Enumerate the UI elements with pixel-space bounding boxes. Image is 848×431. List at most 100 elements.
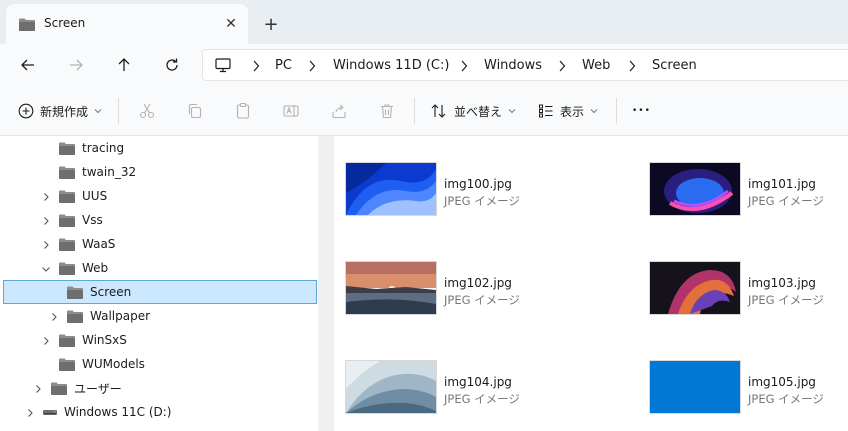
tree-item-wallpaper[interactable]: Wallpaper [52,305,150,327]
file-type: JPEG イメージ [748,392,824,406]
divider [616,98,617,124]
title-bar: Screen ✕ + [0,0,848,44]
arrow-left-icon [21,59,34,71]
breadcrumb-windows[interactable]: Windows [484,58,542,73]
thumbnail-img103 [649,261,741,315]
new-button[interactable]: 新規作成 [18,98,102,124]
copy-button[interactable] [186,98,204,124]
tree-item-vss[interactable]: Vss [44,209,103,231]
file-name: img104.jpg [444,375,512,389]
breadcrumb-pc[interactable]: PC [275,58,292,73]
tree-item-wumodels[interactable]: WUModels [58,353,145,375]
chevron-right-icon[interactable] [41,239,51,249]
tree-item-web[interactable]: Web [42,257,109,279]
arrow-up-icon [118,58,130,71]
thumbnail-img105 [649,360,741,414]
share-button[interactable] [330,98,348,124]
file-item-img101[interactable]: img101.jpg JPEG イメージ [649,162,848,226]
tree-item-winsxs[interactable]: WinSxS [44,329,127,351]
tree-item-label: Screen [90,285,132,299]
tree-item-label: tracing [82,141,125,155]
tree-item-label: Web [82,261,109,275]
chevron-right-icon [253,60,260,72]
folder-icon [58,357,76,372]
tree-item-label: Windows 11C (D:) [64,405,172,419]
chevron-right-icon[interactable] [41,335,51,345]
chevron-right-icon[interactable] [33,383,43,393]
chevron-down-icon[interactable] [41,263,51,273]
new-button-label: 新規作成 [40,104,89,119]
tree-item-label: WaaS [82,237,116,251]
tree-item-windows-11c-d[interactable]: Windows 11C (D:) [28,401,172,423]
chevron-right-icon[interactable] [41,215,51,225]
up-button[interactable] [111,52,137,78]
refresh-icon [166,58,178,71]
chevron-right-icon[interactable] [49,311,59,321]
close-tab-button[interactable]: ✕ [221,14,241,34]
thumbnail-img102 [345,261,437,315]
file-type: JPEG イメージ [444,194,520,208]
view-button[interactable]: 表示 [538,98,598,124]
tree-item-label: ユーザー [74,381,122,396]
tree-item-label: UUS [82,189,108,203]
folder-icon [66,309,84,324]
plus-circle-icon [18,103,34,119]
folder-icon [58,333,76,348]
chevron-down-icon [94,109,102,114]
tree-item-label: Vss [82,213,103,227]
chevron-down-icon [508,109,516,114]
thumbnail-img100 [345,162,437,216]
chevron-right-icon [559,60,566,72]
cut-button[interactable] [138,98,156,124]
new-tab-button[interactable]: + [260,13,282,35]
tree-item-twain-32[interactable]: twain_32 [58,161,136,183]
chevron-right-icon [461,60,468,72]
computer-icon [215,58,231,76]
tab-screen[interactable]: Screen ✕ [6,4,248,44]
tree-item-waas[interactable]: WaaS [44,233,116,255]
tab-title: Screen [44,16,86,30]
tree-item-uus[interactable]: UUS [44,185,108,207]
chevron-right-icon [309,60,316,72]
file-item-img103[interactable]: img103.jpg JPEG イメージ [649,261,848,325]
folder-icon [18,17,36,35]
file-item-img102[interactable]: img102.jpg JPEG イメージ [345,261,635,325]
forward-button[interactable] [63,52,89,78]
file-item-img105[interactable]: img105.jpg JPEG イメージ [649,360,848,424]
file-item-img104[interactable]: img104.jpg JPEG イメージ [345,360,635,424]
file-list: img100.jpg JPEG イメージ img101.jpg JPEG イメー… [334,136,848,431]
address-bar[interactable]: PC Windows 11D (C:) Windows Web Screen [202,49,848,81]
chevron-right-icon [629,60,636,72]
breadcrumb-screen[interactable]: Screen [652,58,697,73]
breadcrumb-web[interactable]: Web [582,58,610,73]
back-button[interactable] [15,52,41,78]
folder-icon [58,189,76,204]
rename-button[interactable] [282,98,300,124]
file-name: img103.jpg [748,276,816,290]
file-type: JPEG イメージ [748,194,824,208]
folder-icon [58,165,76,180]
trash-icon [381,104,393,119]
tree-item-tracing[interactable]: tracing [58,137,124,159]
sort-button[interactable]: 並べ替え [430,98,516,124]
more-options-button[interactable]: ••• [632,98,651,124]
rename-icon [283,105,299,117]
breadcrumb-drive[interactable]: Windows 11D (C:) [333,58,449,73]
divider [414,98,415,124]
tree-item-screen[interactable]: Screen [66,281,131,303]
file-name: img100.jpg [444,177,512,191]
file-name: img105.jpg [748,375,816,389]
share-icon [332,104,346,119]
chevron-right-icon[interactable] [25,407,35,417]
folder-icon [58,213,76,228]
delete-button[interactable] [378,98,396,124]
paste-button[interactable] [234,98,252,124]
divider [118,98,119,124]
file-item-img100[interactable]: img100.jpg JPEG イメージ [345,162,635,226]
chevron-right-icon[interactable] [41,191,51,201]
refresh-button[interactable] [159,52,185,78]
navigation-scrollbar[interactable] [318,136,334,431]
file-name: img101.jpg [748,177,816,191]
tree-item-[interactable]: ユーザー [36,377,122,399]
folder-icon [50,381,68,396]
